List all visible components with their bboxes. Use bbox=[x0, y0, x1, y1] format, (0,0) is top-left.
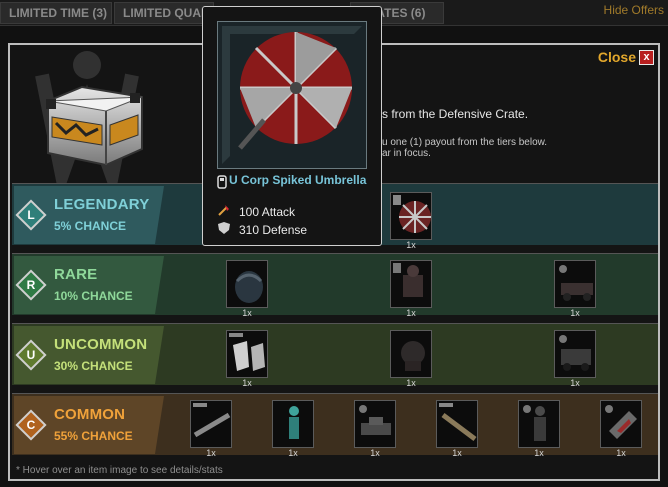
item-thumbnail[interactable] bbox=[436, 400, 478, 448]
vehicle-icon bbox=[559, 265, 593, 301]
item-thumbnail[interactable] bbox=[554, 330, 596, 378]
spiked-umbrella-icon bbox=[218, 22, 366, 168]
tooltip-attack: 100 Attack bbox=[239, 205, 296, 219]
rifle-icon bbox=[193, 403, 231, 438]
item-thumbnail[interactable] bbox=[190, 400, 232, 448]
tier-row-uncommon: U UNCOMMON 30% CHANCE 1x 1x 1x bbox=[12, 323, 658, 388]
tier-chance: 55% CHANCE bbox=[54, 429, 133, 443]
robot-icon bbox=[393, 263, 423, 297]
soldier-icon bbox=[523, 405, 546, 441]
close-control[interactable]: Close x bbox=[598, 49, 654, 65]
item-quantity: 1x bbox=[570, 378, 580, 388]
item-tooltip: U Corp Spiked Umbrella 100 Attack 310 De… bbox=[202, 6, 382, 246]
crate-note-line1: u one (1) payout from the tiers below. bbox=[382, 137, 548, 148]
shield-item-icon bbox=[605, 405, 637, 439]
item-quantity: 1x bbox=[616, 448, 626, 458]
item-quantity: 1x bbox=[242, 308, 252, 318]
tier-badge-letter: L bbox=[27, 208, 35, 222]
item-quantity: 1x bbox=[534, 448, 544, 458]
tier-name: COMMON bbox=[54, 406, 126, 423]
close-icon[interactable]: x bbox=[639, 49, 654, 65]
item-thumbnail[interactable] bbox=[518, 400, 560, 448]
item-type-icon bbox=[217, 175, 227, 189]
item-thumbnail[interactable] bbox=[272, 400, 314, 448]
item-thumbnail[interactable] bbox=[390, 260, 432, 308]
item-quantity: 1x bbox=[406, 378, 416, 388]
item-thumbnail[interactable] bbox=[226, 260, 268, 308]
tab-limited-quantity[interactable]: LIMITED QUANTITY bbox=[114, 2, 214, 24]
defensive-crate-icon bbox=[46, 85, 143, 167]
tooltip-item-image bbox=[217, 21, 367, 169]
figure-icon bbox=[289, 406, 299, 439]
item-quantity: 1x bbox=[406, 240, 416, 250]
hide-offers-link[interactable]: Hide Offers bbox=[604, 3, 664, 17]
crate-description: s from the Defensive Crate. bbox=[382, 107, 529, 121]
tier-label-legendary: L LEGENDARY 5% CHANCE bbox=[14, 186, 164, 244]
attack-icon bbox=[218, 205, 229, 216]
item-thumbnail[interactable] bbox=[390, 330, 432, 378]
tier-row-rare: R RARE 10% CHANCE 1x 1x 1x bbox=[12, 253, 658, 318]
tier-badge-letter: U bbox=[26, 348, 36, 362]
tooltip-defense: 310 Defense bbox=[239, 223, 308, 237]
tier-badge-letter: C bbox=[26, 418, 36, 432]
item-quantity: 1x bbox=[288, 448, 298, 458]
tier-name: RARE bbox=[54, 266, 98, 283]
item-thumbnail[interactable] bbox=[554, 260, 596, 308]
item-thumbnail[interactable] bbox=[354, 400, 396, 448]
umbrella-icon bbox=[393, 195, 431, 233]
skull-icon bbox=[401, 341, 425, 371]
hover-hint: * Hover over an item image to see detail… bbox=[16, 465, 223, 476]
item-quantity: 1x bbox=[206, 448, 216, 458]
tier-badge-letter: R bbox=[26, 278, 36, 292]
item-quantity: 1x bbox=[452, 448, 462, 458]
item-quantity: 1x bbox=[570, 308, 580, 318]
tier-name: LEGENDARY bbox=[54, 196, 150, 213]
tier-chance: 5% CHANCE bbox=[54, 219, 127, 233]
tab-limited-time[interactable]: LIMITED TIME (3) bbox=[0, 2, 112, 24]
tier-label-common: C COMMON 55% CHANCE bbox=[14, 396, 164, 454]
crate-note-line2: ar in focus. bbox=[382, 148, 431, 159]
tier-row-common: C COMMON 55% CHANCE 1x 1x 1x 1x 1x 1x bbox=[12, 393, 658, 458]
item-quantity: 1x bbox=[242, 378, 252, 388]
tier-name: UNCOMMON bbox=[54, 336, 148, 353]
tier-chance: 30% CHANCE bbox=[54, 359, 133, 373]
tooltip-item-name: U Corp Spiked Umbrella bbox=[229, 173, 367, 187]
armored-car-icon bbox=[559, 335, 591, 371]
defense-icon bbox=[218, 222, 230, 234]
item-thumbnail[interactable] bbox=[600, 400, 642, 448]
gauntlets-icon bbox=[229, 333, 265, 371]
tier-label-uncommon: U UNCOMMON 30% CHANCE bbox=[14, 326, 164, 384]
tank-icon bbox=[359, 405, 391, 435]
item-quantity: 1x bbox=[370, 448, 380, 458]
item-thumbnail[interactable] bbox=[226, 330, 268, 378]
tier-chance: 10% CHANCE bbox=[54, 289, 133, 303]
armor-icon bbox=[235, 271, 263, 303]
item-quantity: 1x bbox=[406, 308, 416, 318]
shotgun-icon bbox=[439, 403, 477, 441]
tier-label-rare: R RARE 10% CHANCE bbox=[14, 256, 164, 314]
item-thumbnail[interactable] bbox=[390, 192, 432, 240]
close-label[interactable]: Close bbox=[598, 49, 636, 65]
